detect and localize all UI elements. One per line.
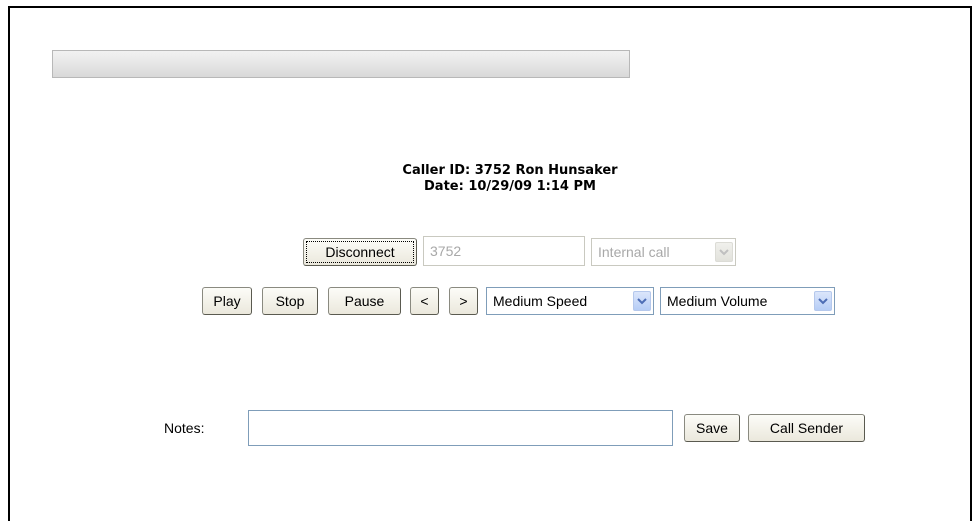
- chevron-down-icon[interactable]: [633, 291, 651, 311]
- call-type-select[interactable]: Internal call: [591, 238, 736, 266]
- chevron-down-icon[interactable]: [715, 242, 733, 262]
- notes-input[interactable]: [248, 410, 673, 446]
- call-info: Caller ID: 3752 Ron Hunsaker Date: 10/29…: [300, 163, 720, 195]
- volume-value: Medium Volume: [667, 293, 768, 309]
- call-date-text: Date: 10/29/09 1:14 PM: [424, 179, 596, 194]
- caller-id-text: Caller ID: 3752 Ron Hunsaker: [402, 163, 618, 178]
- number-field[interactable]: [423, 236, 585, 266]
- save-button[interactable]: Save: [684, 414, 740, 442]
- next-button[interactable]: >: [449, 287, 478, 315]
- call-sender-button[interactable]: Call Sender: [748, 414, 865, 442]
- stop-button[interactable]: Stop: [262, 287, 318, 315]
- playback-progress-bar: [52, 50, 630, 78]
- pause-button[interactable]: Pause: [328, 287, 401, 315]
- previous-button[interactable]: <: [410, 287, 439, 315]
- volume-select[interactable]: Medium Volume: [660, 287, 835, 315]
- call-type-value: Internal call: [598, 244, 670, 260]
- chevron-down-icon[interactable]: [814, 291, 832, 311]
- play-button[interactable]: Play: [202, 287, 252, 315]
- speed-value: Medium Speed: [493, 293, 588, 309]
- speed-select[interactable]: Medium Speed: [486, 287, 654, 315]
- disconnect-button[interactable]: Disconnect: [303, 238, 417, 266]
- notes-label: Notes:: [164, 420, 205, 436]
